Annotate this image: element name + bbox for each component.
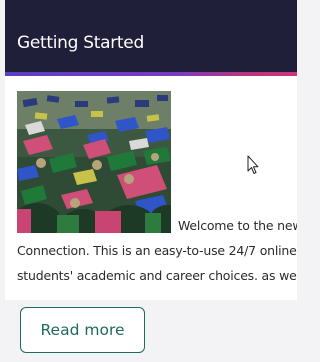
getting-started-card: Getting Started Welcome to the ne Connec…	[5, 0, 297, 300]
accent-bar	[5, 72, 297, 76]
card-title: Getting Started	[17, 33, 144, 53]
body-text-line-3: students' academic and career choices. a…	[17, 268, 297, 283]
read-more-button[interactable]: Read more	[20, 307, 145, 353]
page: Getting Started Welcome to the ne Connec…	[0, 0, 297, 362]
mouse-pointer-icon	[247, 155, 259, 179]
body-text-line-1: Welcome to the new N	[178, 218, 297, 233]
body-text-line-2: Connection. This is an easy-to-use 24/7 …	[17, 243, 297, 258]
card-header: Getting Started	[5, 0, 297, 72]
graduation-photo	[17, 91, 171, 233]
